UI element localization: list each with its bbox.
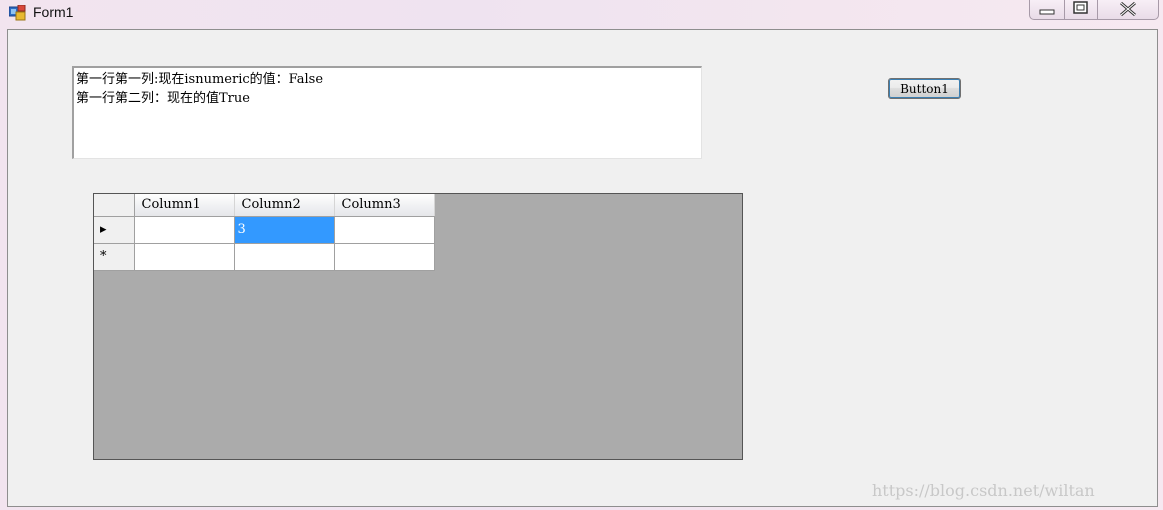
textbox-line: 第一行第二列：现在的值True (76, 91, 250, 106)
maximize-icon (1065, 1, 1097, 23)
minimize-button[interactable] (1030, 0, 1065, 19)
grid-cell[interactable] (334, 243, 435, 271)
grid-corner-header[interactable] (94, 194, 135, 217)
window-title: Form1 (33, 4, 74, 20)
button1[interactable]: Button1 (888, 78, 961, 99)
table-row: * (94, 243, 435, 271)
close-icon (1098, 1, 1158, 23)
grid-cell-selected[interactable]: 3 (234, 216, 335, 244)
grid-header-row: Column1 Column2 Column3 (94, 194, 435, 217)
app-icon (8, 4, 27, 21)
grid-table: Column1 Column2 Column3 ▸ 3 * (94, 194, 435, 271)
form-client-area: 第一行第一列:现在isnumeric的值：False 第一行第二列：现在的值Tr… (7, 29, 1158, 507)
data-grid-view[interactable]: Column1 Column2 Column3 ▸ 3 * (93, 193, 743, 460)
minimize-icon (1030, 4, 1064, 23)
column-header-2[interactable]: Column2 (234, 194, 335, 217)
title-bar[interactable]: Form1 (0, 0, 1163, 29)
column-header-3[interactable]: Column3 (334, 194, 435, 217)
current-row-indicator-icon: ▸ (100, 222, 107, 237)
row-header-current[interactable]: ▸ (94, 216, 135, 244)
caption-buttons (1029, 0, 1159, 20)
grid-cell[interactable] (134, 243, 235, 271)
column-header-1[interactable]: Column1 (134, 194, 235, 217)
watermark: https://blog.csdn.net/wiltan (872, 481, 1095, 500)
row-header-new[interactable]: * (94, 243, 135, 271)
output-textbox[interactable]: 第一行第一列:现在isnumeric的值：False 第一行第二列：现在的值Tr… (72, 66, 702, 159)
grid-cell[interactable] (334, 216, 435, 244)
close-button[interactable] (1098, 0, 1158, 19)
new-row-indicator-icon: * (100, 249, 107, 264)
maximize-button[interactable] (1065, 0, 1098, 19)
textbox-line: 第一行第一列:现在isnumeric的值：False (76, 72, 324, 87)
grid-cell[interactable] (134, 216, 235, 244)
grid-cell[interactable] (234, 243, 335, 271)
table-row: ▸ 3 (94, 216, 435, 244)
